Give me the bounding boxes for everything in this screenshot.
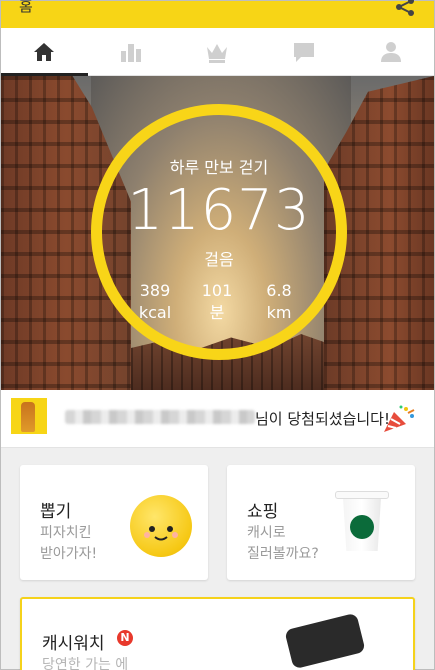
- draw-card-subtitle-line2: 받아가자!: [40, 546, 98, 562]
- calorie-unit: kcal: [138, 303, 172, 322]
- tab-stats[interactable]: [88, 28, 175, 75]
- draw-card[interactable]: 뽑기 피자치킨 받아가자!: [20, 465, 208, 580]
- distance-unit: km: [266, 303, 292, 322]
- goal-title: 하루 만보 걷기: [169, 158, 269, 177]
- time-value: 101: [201, 281, 233, 300]
- coffee-logo: [350, 515, 374, 539]
- draw-card-title: 뽑기: [40, 502, 72, 522]
- cashwatch-card-title: 캐시워치: [42, 634, 105, 654]
- crown-icon: [207, 43, 228, 63]
- share-icon[interactable]: [394, 0, 416, 17]
- prize-thumbnail: [11, 398, 47, 434]
- tab-ranking[interactable]: [174, 28, 261, 75]
- bar-chart-icon: [120, 43, 141, 62]
- shopping-card-subtitle-line1: 캐시로: [247, 525, 286, 541]
- draw-card-subtitle-line1: 피자치킨: [40, 525, 92, 541]
- shopping-card-subtitle-line2: 질러볼까요?: [247, 546, 319, 562]
- step-count: 11673: [127, 178, 311, 243]
- distance-stat: 6.8 km: [249, 280, 309, 324]
- cashwatch-card[interactable]: 캐시워치 N 당연한 가는 에: [20, 597, 415, 670]
- tab-bar: [1, 28, 434, 76]
- page-title: 홈: [19, 0, 33, 15]
- tab-profile[interactable]: [347, 28, 434, 75]
- coin-mascot-icon: [130, 495, 192, 557]
- new-badge: N: [117, 630, 133, 646]
- coffee-cup-lid: [335, 491, 389, 499]
- step-unit: 걸음: [204, 250, 234, 269]
- time-unit: 분: [209, 303, 225, 322]
- shopping-card-subtitle: 캐시로 질러볼까요?: [247, 523, 319, 565]
- cashwatch-card-subtitle: 당연한 가는 에: [42, 657, 129, 670]
- shopping-card[interactable]: 쇼핑 캐시로 질러볼까요?: [227, 465, 415, 580]
- top-bar: 홈: [1, 0, 434, 28]
- bottle-icon: [21, 402, 35, 432]
- winner-message: 님이 당첨되셨습니다!: [255, 410, 390, 428]
- home-icon: [34, 42, 55, 61]
- shopping-card-title: 쇼핑: [247, 502, 279, 522]
- calorie-stat: 389 kcal: [125, 280, 185, 324]
- redacted-username: [65, 410, 255, 424]
- draw-card-subtitle: 피자치킨 받아가자!: [40, 523, 97, 565]
- smart-band-icon: [284, 612, 366, 670]
- winner-banner[interactable]: 님이 당첨되셨습니다!: [1, 390, 434, 448]
- step-counter-hero: 하루 만보 걷기 11673 걸음 389 kcal 101 분 6.8 km: [1, 76, 434, 390]
- calorie-value: 389: [139, 281, 171, 300]
- distance-value: 6.8: [266, 281, 292, 300]
- party-popper-icon: [384, 405, 415, 432]
- tab-chat[interactable]: [261, 28, 348, 75]
- person-icon: [380, 41, 401, 62]
- tab-home[interactable]: [1, 28, 88, 76]
- time-stat: 101 분: [187, 280, 247, 324]
- chat-bubble-icon: [294, 42, 315, 62]
